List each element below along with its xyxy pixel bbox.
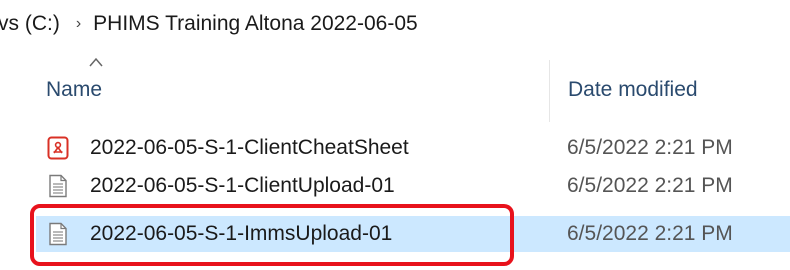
file-date-modified: 6/5/2022 2:21 PM — [567, 174, 733, 197]
highlight-annotation-box — [30, 204, 514, 266]
text-file-icon — [49, 174, 67, 198]
breadcrumb-chevron-icon[interactable]: › — [76, 15, 81, 33]
file-name: 2022-06-05-S-1-ClientUpload-01 — [90, 174, 395, 197]
file-date-modified: 6/5/2022 2:21 PM — [567, 222, 733, 245]
column-divider[interactable] — [549, 60, 550, 122]
column-header-date-modified[interactable]: Date modified — [568, 78, 698, 102]
breadcrumb: vs (C:) › PHIMS Training Altona 2022-06-… — [0, 0, 790, 48]
file-row[interactable]: 2022-06-05-S-1-ClientCheatSheet 6/5/2022… — [36, 130, 790, 166]
breadcrumb-folder[interactable]: PHIMS Training Altona 2022-06-05 — [93, 12, 418, 36]
file-row[interactable]: 2022-06-05-S-1-ClientUpload-01 6/5/2022 … — [36, 168, 790, 204]
breadcrumb-drive[interactable]: vs (C:) — [0, 12, 60, 36]
pdf-icon — [47, 136, 69, 160]
chevron-up-icon — [89, 57, 103, 67]
file-name: 2022-06-05-S-1-ClientCheatSheet — [90, 136, 409, 159]
column-header-name[interactable]: Name — [46, 78, 102, 102]
file-date-modified: 6/5/2022 2:21 PM — [567, 136, 733, 159]
